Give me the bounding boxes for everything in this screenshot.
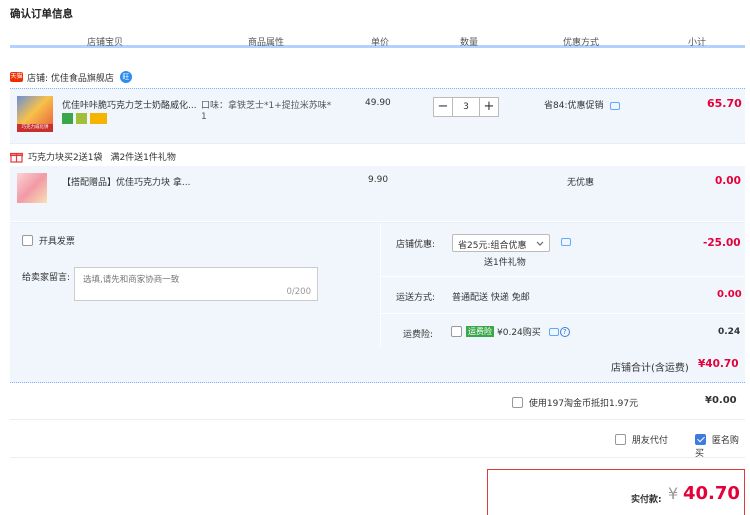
- thumbnail-caption: 巧克力威化饼: [17, 124, 53, 132]
- shop-total-row: 店铺合计(含运费) ¥40.70: [10, 347, 745, 383]
- page-title: 确认订单信息: [10, 8, 73, 20]
- friend-pay-label: 朋友代付: [631, 436, 668, 446]
- gift-item-subtotal: 0.00: [715, 175, 741, 187]
- quantity-input[interactable]: 3: [453, 97, 479, 117]
- anonymous-option[interactable]: 匿名购买: [695, 433, 745, 459]
- seller-message-input[interactable]: [75, 268, 317, 300]
- pay-options-row: 朋友代付 匿名购买: [10, 420, 745, 459]
- discount-info-icon[interactable]: [561, 238, 571, 246]
- promo-text: 省84:优惠促销: [544, 101, 604, 111]
- column-attributes: 商品属性: [248, 38, 285, 48]
- invoice-label: 开具发票: [38, 237, 75, 247]
- coin-checkbox[interactable]: [512, 397, 523, 408]
- gift-promo-row: 巧克力块买2送1袋 满2件送1件礼物: [10, 150, 176, 163]
- friend-pay-checkbox[interactable]: [615, 434, 626, 445]
- seven-day-return-icon: [62, 113, 73, 124]
- quantity-stepper: − 3 +: [433, 97, 499, 117]
- credit-card-icon: [90, 113, 107, 124]
- shop-discount-label: 店铺优惠:: [396, 240, 436, 250]
- product-attr-line2: 1: [201, 112, 207, 122]
- shop-row: 天猫 店铺: 优佳食品旗舰店 旺: [10, 70, 132, 84]
- service-badges: [62, 113, 107, 124]
- shipping-label: 运送方式:: [396, 293, 436, 303]
- coin-option[interactable]: 使用197淘金币抵扣1.97元: [512, 396, 638, 409]
- options-divider: [380, 223, 381, 348]
- coin-row: 使用197淘金币抵扣1.97元 ¥0.00: [10, 384, 745, 420]
- seller-message-box: 0/200: [74, 267, 318, 301]
- shop-total-label: 店铺合计(含运费): [611, 363, 689, 374]
- column-qty: 数量: [460, 38, 479, 48]
- product-attr-line1: 口味：拿铁芝士*1+提拉米苏味*: [201, 101, 332, 111]
- gift-thumbnail[interactable]: [17, 173, 47, 203]
- column-shop-item: 店铺宝贝: [87, 38, 124, 48]
- invoice-option[interactable]: 开具发票: [22, 234, 75, 247]
- order-item: 巧克力威化饼 优佳咔咔脆巧克力芝士奶酪威化... 口味：拿铁芝士*1+提拉米苏味…: [10, 88, 745, 144]
- message-char-counter: 0/200: [286, 287, 312, 297]
- item-subtotal: 65.70: [707, 97, 742, 110]
- insurance-value: 0.24: [718, 327, 741, 337]
- coin-label: 使用197淘金币抵扣1.97元: [528, 399, 639, 409]
- message-label: 给卖家留言:: [22, 273, 71, 283]
- final-currency: ¥: [668, 484, 679, 503]
- gift-item-promo: 无优惠: [567, 178, 595, 188]
- insurance-chat-icon[interactable]: [548, 327, 559, 336]
- guarantee-icon: [76, 113, 87, 124]
- row-separator: [381, 313, 745, 314]
- shop-name[interactable]: 店铺: 优佳食品旗舰店: [27, 71, 114, 84]
- shipping-method: 普通配送 快递 免邮: [452, 293, 530, 303]
- wangwang-chat-icon[interactable]: 旺: [119, 71, 132, 83]
- column-price: 单价: [371, 38, 390, 48]
- anonymous-checkbox[interactable]: [695, 434, 706, 445]
- final-amount-label: 实付款:: [631, 495, 662, 505]
- decrease-qty-button[interactable]: −: [433, 97, 453, 117]
- product-name[interactable]: 优佳咔咔脆巧克力芝士奶酪威化...: [62, 98, 197, 111]
- column-promo: 优惠方式: [563, 38, 600, 48]
- shop-total-value: ¥40.70: [698, 358, 739, 370]
- shop-discount-value: -25.00: [703, 237, 741, 249]
- gift-item-price: 9.90: [368, 175, 389, 185]
- coin-value: ¥0.00: [705, 395, 737, 406]
- help-icon[interactable]: ?: [559, 326, 570, 337]
- final-amount-box: 实付款: ¥ 40.70: [487, 469, 745, 515]
- increase-qty-button[interactable]: +: [479, 97, 499, 117]
- insurance-checkbox[interactable]: [451, 326, 462, 337]
- shop-discount-extra: 送1件礼物: [484, 258, 526, 268]
- invoice-checkbox[interactable]: [22, 235, 33, 246]
- product-thumbnail[interactable]: 巧克力威化饼: [17, 96, 53, 132]
- insurance-tag: 运费险: [466, 326, 494, 337]
- unit-price: 49.90: [365, 98, 391, 108]
- promo-label: 省84:优惠促销: [544, 98, 621, 111]
- column-header: 店铺宝贝 商品属性 单价 数量 优惠方式 小计: [10, 30, 745, 48]
- promo-info-icon[interactable]: [610, 101, 621, 110]
- final-amount: 40.70: [683, 483, 740, 504]
- tmall-badge-icon: 天猫: [10, 72, 23, 82]
- chevron-down-icon: [536, 241, 544, 246]
- shipping-value: 0.00: [717, 289, 742, 300]
- order-options: 开具发票 给卖家留言: 0/200 店铺优惠: 省25元:组合优惠 送1件礼物 …: [10, 222, 745, 348]
- insurance-label: 运费险:: [403, 330, 434, 340]
- gift-item: 【搭配赠品】优佳巧克力块 拿... 9.90 无优惠 0.00: [10, 166, 745, 221]
- gift-icon: [10, 152, 23, 163]
- gift-item-name[interactable]: 【搭配赠品】优佳巧克力块 拿...: [62, 175, 190, 188]
- shop-discount-select[interactable]: 省25元:组合优惠: [452, 234, 550, 252]
- gift-promo-name: 巧克力块买2送1袋: [28, 153, 103, 163]
- friend-pay-option[interactable]: 朋友代付: [615, 433, 668, 446]
- insurance-option: 运费险 ¥0.24购买 ?: [451, 325, 570, 338]
- shop-discount-selected: 省25元:组合优惠: [458, 241, 527, 251]
- insurance-desc: ¥0.24购买: [497, 328, 541, 338]
- row-separator: [381, 276, 745, 277]
- column-subtotal: 小计: [688, 38, 707, 48]
- gift-promo-detail: 满2件送1件礼物: [110, 153, 176, 163]
